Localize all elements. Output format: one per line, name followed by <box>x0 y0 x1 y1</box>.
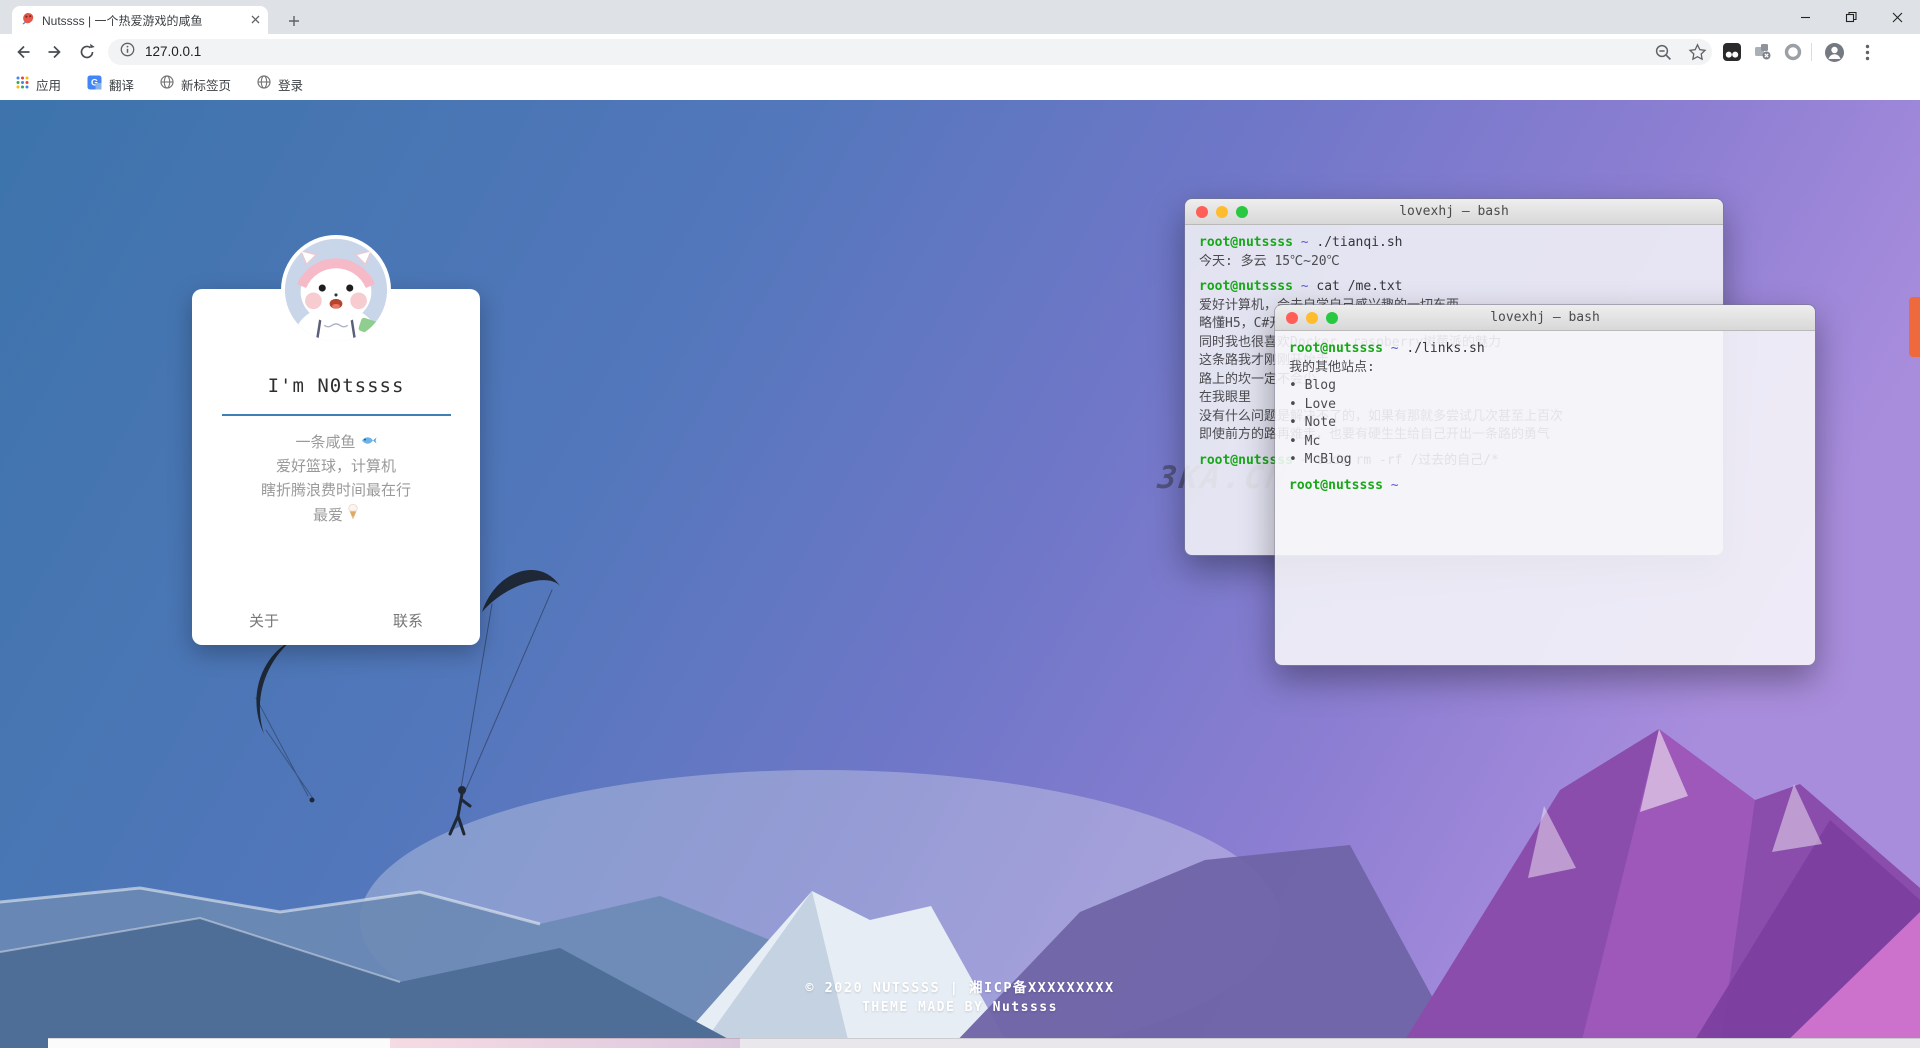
terminal-titlebar[interactable]: lovexhj — bash <box>1185 199 1723 225</box>
restore-button[interactable] <box>1828 0 1874 34</box>
menu-dots-icon[interactable] <box>1856 41 1878 63</box>
reload-icon[interactable] <box>76 41 98 63</box>
theme-credit-text: THEME MADE BY Nutssss <box>0 1000 1920 1015</box>
terminal-prompt-line: root@nutssss ~ ./tianqi.sh <box>1199 234 1709 253</box>
copyright-text: © 2020 NUTSSSS | 湘ICP备XXXXXXXXX <box>0 976 1920 996</box>
terminal-title: lovexhj — bash <box>1185 204 1723 219</box>
back-icon[interactable] <box>12 41 34 63</box>
minimize-button[interactable] <box>1782 0 1828 34</box>
terminal-title: lovexhj — bash <box>1275 310 1815 325</box>
card-divider <box>222 414 451 416</box>
zoom-out-icon[interactable] <box>1652 41 1674 63</box>
bookmark-label: 翻译 <box>109 75 134 94</box>
tab-title: Nutssss | 一个热爱游戏的咸鱼 <box>42 12 243 29</box>
browser-titlebar: Nutssss | 一个热爱游戏的咸鱼 <box>0 0 1920 34</box>
bookmark-login[interactable]: 登录 <box>257 75 303 94</box>
card-links-row: 关于 联系 <box>192 610 480 631</box>
site-footer: © 2020 NUTSSSS | 湘ICP备XXXXXXXXX THEME MA… <box>0 976 1920 1015</box>
terminal-window-2[interactable]: lovexhj — bash root@nutssss ~ ./links.sh… <box>1274 304 1816 666</box>
window-controls <box>1782 0 1920 34</box>
background-window-sliver-white[interactable] <box>48 1038 390 1048</box>
profile-name: I'm N0tssss <box>192 375 480 397</box>
bookmark-label: 应用 <box>36 75 61 94</box>
desc-line: 一条咸鱼 <box>192 431 480 455</box>
page-scrollbar-thumb[interactable] <box>1909 297 1920 357</box>
terminal-output-line: 今天: 多云 15℃~20℃ <box>1199 253 1709 272</box>
ice-cream-icon <box>347 503 359 528</box>
globe-icon <box>160 75 174 94</box>
terminal-output-line: • Note <box>1289 414 1801 433</box>
terminal-output-line: • Blog <box>1289 377 1801 396</box>
terminal-titlebar[interactable]: lovexhj — bash <box>1275 305 1815 331</box>
browser-tab[interactable]: Nutssss | 一个热爱游戏的咸鱼 <box>12 6 268 34</box>
new-tab-button[interactable] <box>282 9 306 33</box>
info-icon[interactable] <box>120 42 135 62</box>
avatar[interactable] <box>281 235 391 345</box>
terminal-output-line: • McBlog <box>1289 451 1801 470</box>
globe-icon <box>257 75 271 94</box>
background-window-sliver-gray[interactable] <box>740 1038 1920 1048</box>
bookmark-star-icon[interactable] <box>1686 41 1708 63</box>
favicon <box>20 10 36 31</box>
desc-line: 爱好篮球，计算机 <box>192 455 480 479</box>
browser-toolbar: 127.0.0.1 <box>0 34 1920 69</box>
profile-description: 一条咸鱼 爱好篮球，计算机 瞎折腾浪费时间最在行 最爱 <box>192 431 480 528</box>
bookmark-newtab[interactable]: 新标签页 <box>160 75 231 94</box>
profile-avatar-icon[interactable] <box>1823 41 1845 63</box>
apps-grid-icon <box>16 76 29 94</box>
address-bar[interactable]: 127.0.0.1 <box>108 39 1712 65</box>
terminal-prompt-line: root@nutssss ~ <box>1289 477 1801 496</box>
terminal-output-line: 我的其他站点: <box>1289 359 1801 378</box>
terminal-output-line: • Love <box>1289 396 1801 415</box>
close-button[interactable] <box>1874 0 1920 34</box>
background-window-sliver-pink[interactable] <box>390 1038 740 1048</box>
bookmark-apps[interactable]: 应用 <box>16 75 61 94</box>
terminal-body[interactable]: root@nutssss ~ ./links.sh我的其他站点:• Blog• … <box>1275 331 1815 665</box>
about-link[interactable]: 关于 <box>192 610 336 631</box>
terminal-prompt-line: root@nutssss ~ cat /me.txt <box>1199 278 1709 297</box>
toolbar-separator <box>1811 43 1812 61</box>
bookmark-label: 新标签页 <box>181 75 231 94</box>
desc-line: 瞎折腾浪费时间最在行 <box>192 479 480 503</box>
webpage: 3KA.CN <box>0 100 1920 1048</box>
ring-extension-icon[interactable] <box>1782 41 1804 63</box>
profile-card: I'm N0tssss 一条咸鱼 爱好篮球，计算机 瞎折腾浪费时间最在行 最爱 <box>192 289 480 645</box>
tab-close-icon[interactable] <box>251 11 260 29</box>
desc-line: 最爱 <box>192 503 480 528</box>
terminal-prompt-line: root@nutssss ~ ./links.sh <box>1289 340 1801 359</box>
tampermonkey-extension-icon[interactable] <box>1721 41 1743 63</box>
bookmark-translate[interactable]: G 翻译 <box>87 75 134 95</box>
url-text[interactable]: 127.0.0.1 <box>145 44 1700 59</box>
forward-icon[interactable] <box>44 41 66 63</box>
fish-icon <box>360 431 377 455</box>
translate-icon: G <box>87 75 102 95</box>
bookmarks-bar: 应用 G 翻译 新标签页 登录 <box>0 69 1920 100</box>
terminal-output-line: • Mc <box>1289 433 1801 452</box>
contact-link[interactable]: 联系 <box>336 610 480 631</box>
proxy-extension-icon[interactable] <box>1752 41 1774 63</box>
bookmark-label: 登录 <box>278 75 303 94</box>
browser-window: Nutssss | 一个热爱游戏的咸鱼 <box>0 0 1920 1048</box>
